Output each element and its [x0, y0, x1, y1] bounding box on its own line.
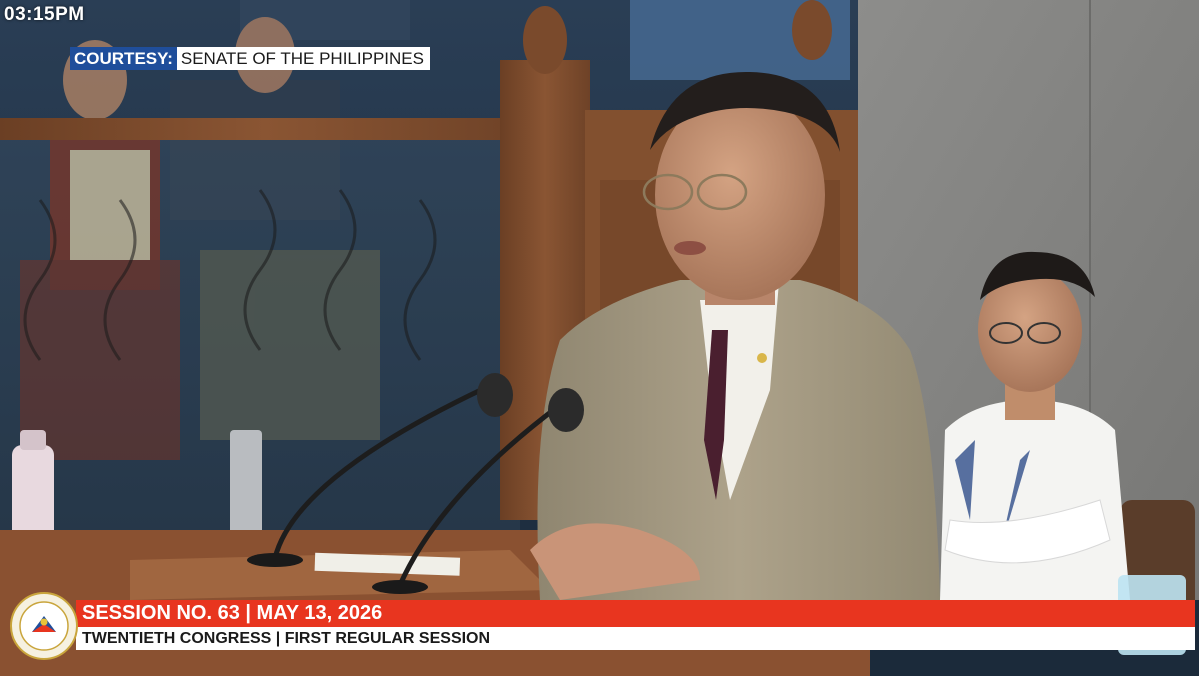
courtesy-source: SENATE OF THE PHILIPPINES [176, 47, 430, 70]
session-banner: SESSION NO. 63 | MAY 13, 2026 [76, 600, 1195, 627]
mic-head-left [477, 373, 513, 417]
senate-scene [0, 0, 1199, 676]
broadcast-time: 03:15PM [4, 4, 85, 25]
lower-third: SESSION NO. 63 | MAY 13, 2026 TWENTIETH … [0, 598, 1199, 654]
wooden-rail [0, 118, 530, 140]
mic-head-right [548, 388, 584, 432]
courtesy-tag: COURTESY: SENATE OF THE PHILIPPINES [70, 47, 430, 70]
senate-seal-icon [10, 592, 78, 660]
broadcast-frame: 03:15PM COURTESY: SENATE OF THE PHILIPPI… [0, 0, 1199, 676]
courtesy-label: COURTESY: [70, 47, 177, 70]
congress-banner: TWENTIETH CONGRESS | FIRST REGULAR SESSI… [76, 627, 1195, 650]
